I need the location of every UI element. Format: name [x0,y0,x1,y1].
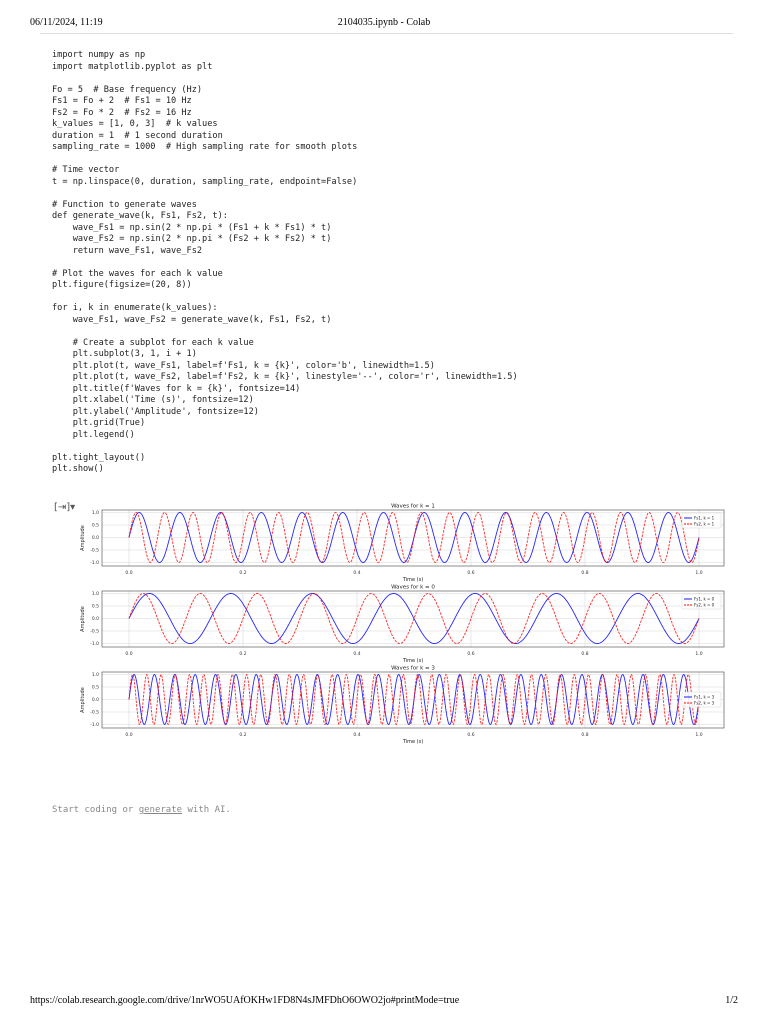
axes-background [102,591,724,647]
y-tick-label: 1.0 [92,510,99,516]
x-axis-label: Time (s) [402,739,423,745]
x-axis-label: Time (s) [402,658,423,664]
plot-output: 0.0 0.2 0.4 0.6 0.8 1.0 1.0 0.5 0.0 -0.5 -1.0 Waves… [80,504,725,745]
empty-code-cell[interactable]: Start coding or generate with AI. [52,805,231,815]
legend-label: Fs1, k = 1 [694,516,715,521]
x-tick-label: 1.0 [695,732,702,738]
y-tick-label: -1.0 [90,641,99,647]
page-number: 1/2 [725,995,738,1006]
axes-background [102,510,724,566]
y-tick-label: 0.5 [92,523,99,529]
chart-title: Waves for k = 3 [391,666,435,672]
x-tick-label: 0.8 [581,570,588,576]
y-tick-label: -1.0 [90,722,99,728]
x-tick-label: 0.4 [353,570,360,576]
hint-suffix: with AI. [182,805,231,815]
y-tick-label: -0.5 [90,710,99,716]
legend-label: Fs1, k = 3 [694,695,715,700]
y-axis-label: Amplitude [80,687,86,713]
x-tick-label: 0.4 [353,651,360,657]
x-tick-label: 0.0 [125,570,132,576]
y-tick-label: 1.0 [92,591,99,597]
footer-url: https://colab.research.google.com/drive/… [30,995,460,1006]
x-tick-label: 0.6 [467,570,474,576]
x-axis-label: Time (s) [402,577,423,583]
legend-label: Fs2, k = 1 [694,522,715,527]
chart-title: Waves for k = 1 [391,504,435,510]
chart-title: Waves for k = 0 [391,585,435,591]
x-tick-label: 0.2 [239,570,246,576]
generate-link[interactable]: generate [139,805,182,815]
y-tick-label: 0.5 [92,685,99,691]
y-tick-label: 0.0 [92,616,99,622]
y-tick-label: 1.0 [92,672,99,678]
hint-prefix: Start coding or [52,805,139,815]
x-tick-label: 0.2 [239,732,246,738]
x-tick-label: 0.0 [125,732,132,738]
legend-label: Fs1, k = 0 [694,597,715,602]
x-tick-label: 0.6 [467,732,474,738]
y-axis-label: Amplitude [80,606,86,632]
x-tick-label: 0.0 [125,651,132,657]
y-tick-label: -1.0 [90,560,99,566]
y-tick-label: 0.5 [92,604,99,610]
x-tick-label: 0.4 [353,732,360,738]
x-tick-label: 0.8 [581,651,588,657]
x-tick-label: 0.2 [239,651,246,657]
x-tick-label: 0.8 [581,732,588,738]
legend-label: Fs2, k = 3 [694,701,715,706]
y-tick-label: -0.5 [90,629,99,635]
y-tick-label: 0.0 [92,535,99,541]
y-tick-label: 0.0 [92,697,99,703]
y-tick-label: -0.5 [90,548,99,554]
x-tick-label: 1.0 [695,651,702,657]
page: 06/11/2024, 11:19 2104035.ipynb - Colab … [0,0,768,1024]
x-tick-label: 0.6 [467,651,474,657]
x-tick-label: 1.0 [695,570,702,576]
y-axis-label: Amplitude [80,525,86,551]
legend-label: Fs2, k = 0 [694,603,715,608]
